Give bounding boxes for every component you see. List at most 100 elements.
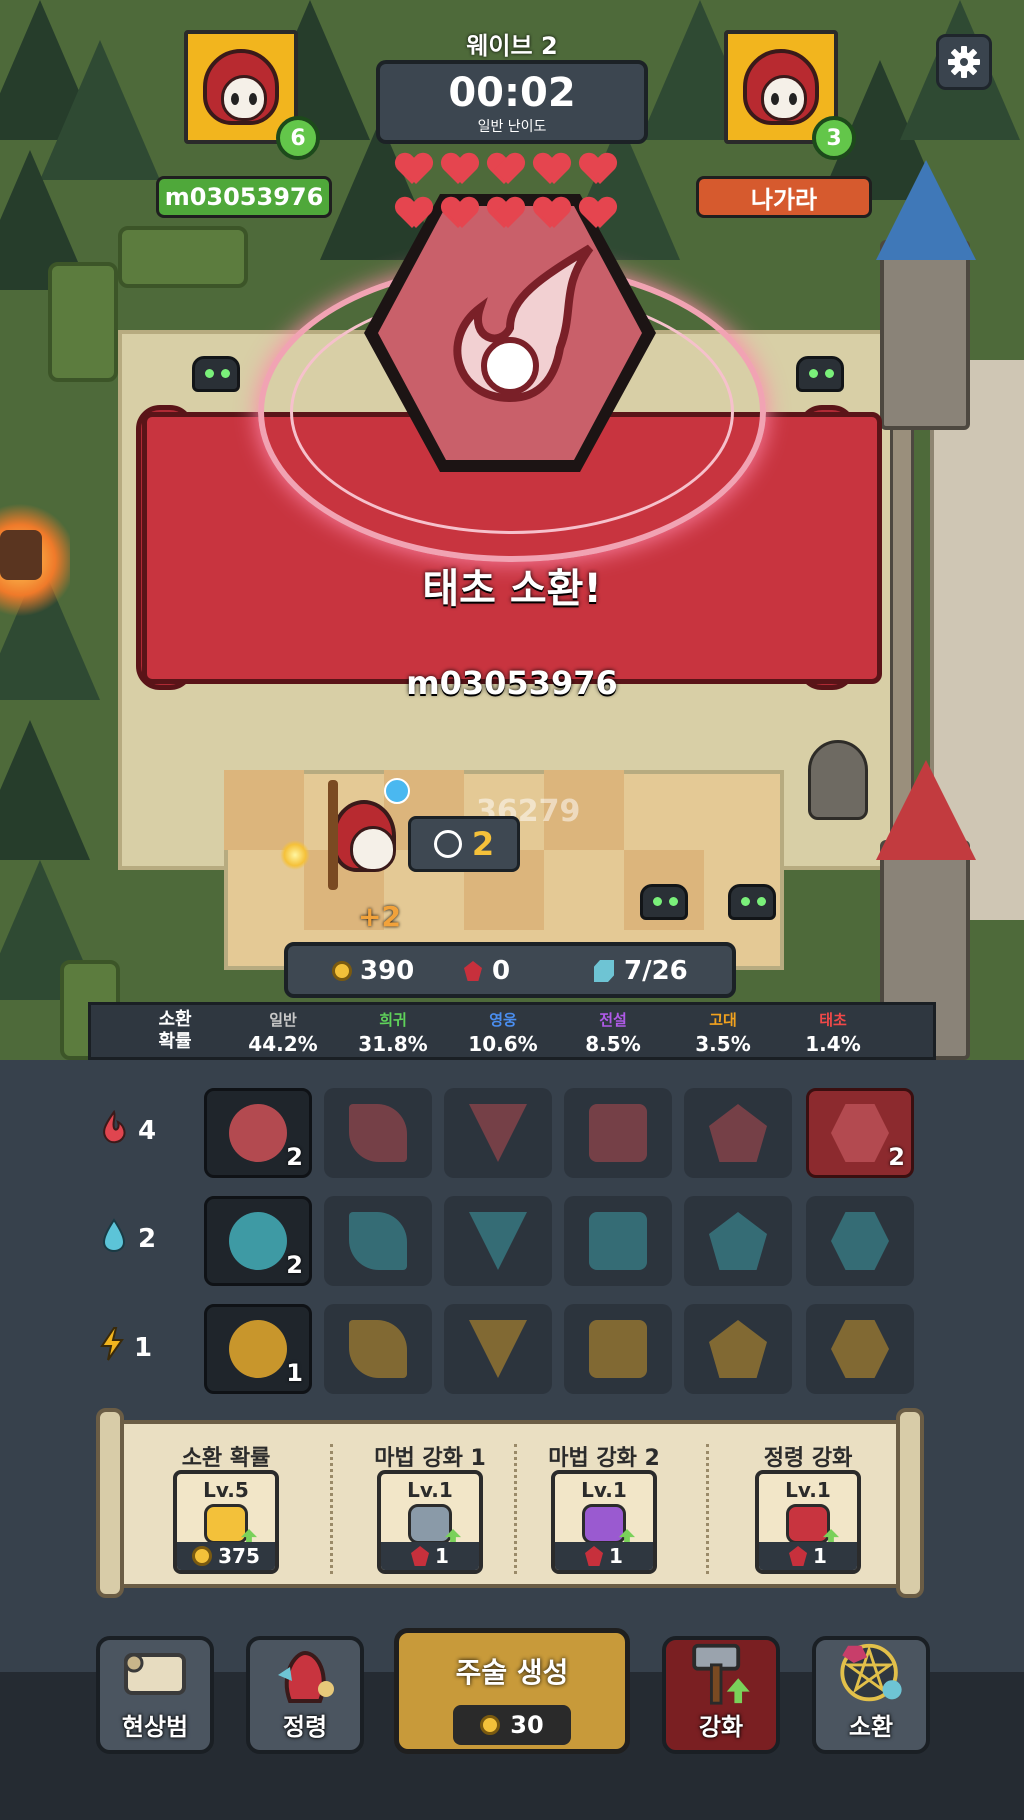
water-drop-icon [100,1218,128,1259]
rate-tier: 영웅 10.6% [453,1009,553,1056]
spell-slot-lightning-4[interactable] [564,1304,672,1394]
rate-tier-name: 고대 [709,1011,737,1029]
percent-potion-icon [204,1504,257,1547]
heart-icon [580,198,616,230]
crystal-icon [594,960,614,982]
upgrade-card-1[interactable]: Lv.5 375 [173,1470,279,1574]
upgrade-button[interactable]: 강화 [662,1636,780,1754]
player-right-level: 3 [812,116,856,160]
rate-tier-name: 영웅 [489,1011,517,1029]
element-count-lightning: 1 [100,1326,152,1369]
game-field: +2 36279 2 태초 소환! m03053976 6 m03053976 … [0,0,1024,1060]
water-spell-icon [831,1212,889,1270]
create-cost-value: 30 [510,1711,544,1739]
spell-slot-lightning-1[interactable]: 1 [204,1304,312,1394]
spell-slot-water-4[interactable] [564,1196,672,1286]
create-spell-label: 주술 생성 [455,1656,569,1689]
enemy-slime [640,884,688,920]
scroll-roll-right [896,1408,924,1598]
upgrade-cost-value: 375 [218,1544,260,1568]
spell-slot-fire-6[interactable]: 2 [806,1088,914,1178]
spell-slot-fire-5[interactable] [684,1088,792,1178]
rate-tier: 태초 1.4% [783,1009,883,1056]
enemy-ghost [808,740,868,820]
upgrade-card-4[interactable]: Lv.1 1 [755,1470,861,1574]
upgrade-card-3[interactable]: Lv.1 1 [551,1470,657,1574]
summon-player-name: m03053976 [406,664,618,702]
tower-blue-roof [876,160,976,260]
fire-drop-icon [100,1109,128,1151]
rate-tier: 고대 3.5% [673,1009,773,1056]
spell-slot-fire-3[interactable] [444,1088,552,1178]
element-count-value: 4 [138,1115,157,1146]
timer: 00:02 [448,70,576,116]
spell-slot-lightning-3[interactable] [444,1304,552,1394]
coin-icon [332,961,352,981]
heart-icon [580,154,616,186]
player-left-name: m03053976 [156,176,332,218]
heart-icon [534,198,570,230]
upgrade-level: Lv.5 [203,1478,249,1502]
ruby-icon [789,1546,808,1566]
upgrade-cost-value: 1 [609,1544,623,1568]
water-spell-icon [229,1212,287,1270]
rate-tier-value: 3.5% [695,1032,751,1056]
hammer-icon [692,1643,750,1705]
lightning-spell-icon [831,1320,889,1378]
upgrade-cost: 1 [759,1542,857,1570]
spell-slot-water-3[interactable] [444,1196,552,1286]
heart-icon [396,154,432,186]
float-plus: +2 [358,900,401,933]
heart-icon [488,154,524,186]
rate-tier-name: 일반 [269,1011,297,1029]
spell-slot-water-5[interactable] [684,1196,792,1286]
spell-slot-water-6[interactable] [806,1196,914,1286]
spell-slot-lightning-6[interactable] [806,1304,914,1394]
resource-bar: 390 0 7/26 [284,942,736,998]
enemy-slime [796,356,844,392]
rate-tier: 전설 8.5% [563,1009,663,1056]
hedge [118,226,248,288]
water-spell-icon [589,1212,647,1270]
fire-spell-icon [229,1104,287,1162]
summon-rate-bar: 소환 확률 일반 44.2% 희귀 31.8% 영웅 10.6% 전설 8.5% 고대 3.5% 태… [88,1002,936,1060]
spell-slot-lightning-5[interactable] [684,1304,792,1394]
bounty-button[interactable]: 현상범 [96,1636,214,1754]
gear-icon [948,46,980,78]
spirit-button[interactable]: 정령 [246,1636,364,1754]
summon-title: 태초 소환! [422,566,602,612]
meteor-rock [0,530,42,580]
summon-rate-label: 소환 확률 [158,1009,192,1052]
hedge [48,262,118,382]
gold-display: 390 [332,956,414,986]
player-character[interactable] [332,800,408,890]
create-spell-button[interactable]: 주술 생성 30 [394,1628,630,1754]
player-right-name[interactable]: 나가라 [696,176,872,218]
spell-count: 2 [286,1251,303,1279]
upgrade-label: 강화 [698,1713,744,1741]
settings-button[interactable] [936,34,992,90]
summon-button[interactable]: 소환 [812,1636,930,1754]
gold-value: 390 [360,956,415,986]
lightning-spell-icon [229,1320,287,1378]
cooldown-value: 2 [471,825,495,863]
fire-spell-icon [349,1104,407,1162]
spell-slot-water-2[interactable] [324,1196,432,1286]
spell-slot-fire-2[interactable] [324,1088,432,1178]
upgrade-card-2[interactable]: Lv.1 1 [377,1470,483,1574]
spell-slot-fire-4[interactable] [564,1088,672,1178]
rate-tier-value: 10.6% [468,1032,538,1056]
ruby-display: 0 [464,956,510,986]
spell-slot-water-1[interactable]: 2 [204,1196,312,1286]
capacity-value: 7/26 [624,956,688,986]
rate-tier-value: 8.5% [585,1032,641,1056]
element-count-value: 2 [138,1223,157,1254]
rate-tier: 일반 44.2% [233,1009,333,1056]
rate-tier-value: 1.4% [805,1032,861,1056]
lightning-spell-icon [709,1320,767,1378]
timer-box: 00:02 일반 난이도 [376,60,648,144]
spell-slot-fire-1[interactable]: 2 [204,1088,312,1178]
difficulty: 일반 난이도 [477,119,547,135]
spell-slot-lightning-2[interactable] [324,1304,432,1394]
staff [328,780,338,890]
